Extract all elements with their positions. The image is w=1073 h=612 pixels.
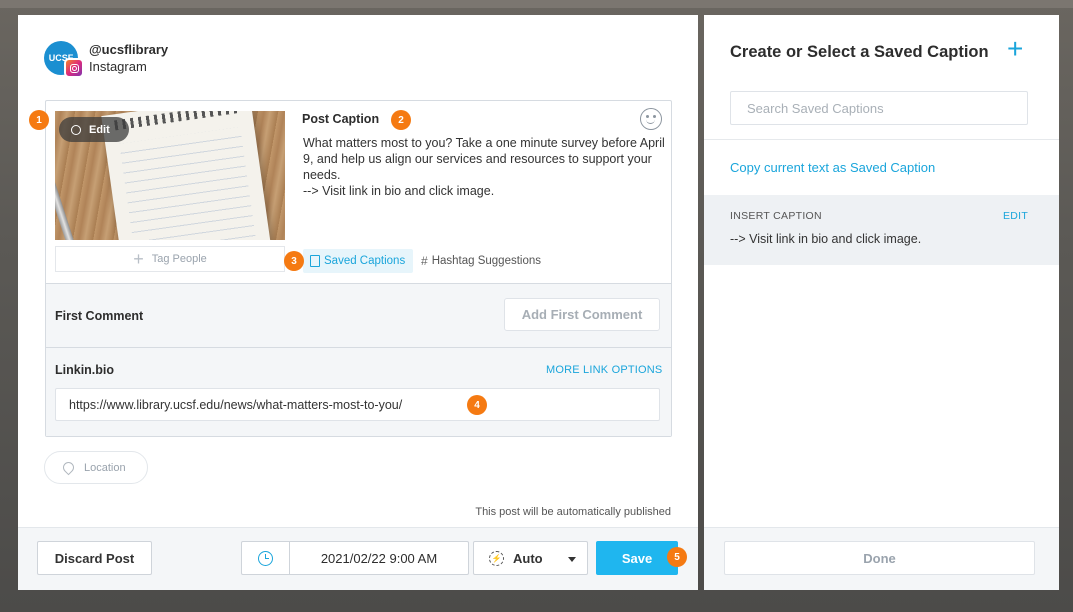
saved-captions-label: Saved Captions — [324, 255, 406, 267]
hashtag-suggestions-label: Hashtag Suggestions — [431, 255, 542, 267]
hashtag-icon: # — [421, 254, 428, 268]
caption-textarea[interactable]: What matters most to you? Take a one min… — [303, 135, 671, 199]
publish-note: This post will be automatically publishe… — [475, 506, 671, 518]
add-first-comment-button[interactable]: Add First Comment — [504, 298, 660, 331]
smiley-icon[interactable] — [640, 108, 662, 130]
chevron-down-icon — [568, 557, 576, 562]
more-link-options-link[interactable]: MORE LINK OPTIONS — [546, 364, 662, 376]
saved-captions-tab[interactable]: Saved Captions — [303, 249, 413, 273]
edit-image-button[interactable]: Edit — [59, 117, 129, 142]
callout-badge: 5 — [667, 547, 687, 567]
account-handle: @ucsflibrary — [89, 42, 169, 57]
search-saved-captions-input[interactable]: Search Saved Captions — [730, 91, 1028, 125]
save-button[interactable]: Save — [596, 541, 678, 575]
account-network: Instagram — [89, 59, 147, 74]
composer-panel: UCSF @ucsflibrary Instagram Edit + Tag P… — [18, 15, 698, 590]
sun-icon — [71, 124, 81, 135]
saved-captions-title: Create or Select a Saved Caption — [730, 43, 989, 61]
tag-people-label: Tag People — [151, 253, 207, 265]
plus-icon: + — [133, 249, 144, 269]
saved-captions-panel: Create or Select a Saved Caption + Searc… — [704, 15, 1059, 590]
first-comment-label: First Comment — [55, 309, 144, 323]
background-strip — [0, 0, 1073, 8]
callout-badge: 1 — [29, 110, 49, 130]
clock-icon — [258, 550, 273, 566]
done-button[interactable]: Done — [724, 541, 1035, 575]
location-button[interactable]: Location — [44, 451, 148, 484]
copy-as-saved-caption-link[interactable]: Copy current text as Saved Caption — [730, 160, 935, 175]
location-pin-icon — [60, 459, 77, 476]
callout-badge: 2 — [391, 110, 411, 130]
add-icon[interactable]: + — [1007, 35, 1023, 63]
instagram-icon — [64, 58, 84, 78]
publish-mode-label: Auto — [513, 550, 543, 566]
edit-image-label: Edit — [89, 123, 110, 136]
schedule-datetime-field[interactable]: 2021/02/22 9:00 AM — [289, 541, 469, 575]
document-icon — [310, 255, 320, 267]
tag-people-button[interactable]: + Tag People — [55, 246, 285, 272]
linkinbio-label: Linkin.bio — [55, 363, 115, 377]
location-label: Location — [84, 461, 126, 474]
auto-publish-icon: ⚡ — [489, 550, 504, 566]
discard-post-button[interactable]: Discard Post — [37, 541, 152, 575]
callout-badge: 3 — [284, 251, 304, 271]
post-caption-label: Post Caption — [302, 112, 380, 126]
publish-mode-dropdown[interactable]: ⚡ Auto — [473, 541, 588, 575]
divider — [704, 139, 1059, 140]
saved-caption-item[interactable] — [704, 195, 1059, 265]
linkinbio-url-input[interactable]: https://www.library.ucsf.edu/news/what-m… — [55, 388, 660, 421]
edit-caption-link[interactable]: EDIT — [1003, 210, 1028, 222]
insert-caption-label[interactable]: INSERT CAPTION — [730, 210, 822, 222]
schedule-clock-button[interactable] — [241, 541, 290, 575]
callout-badge: 4 — [467, 395, 487, 415]
saved-caption-text: --> Visit link in bio and click image. — [730, 232, 922, 246]
hashtag-suggestions-tab[interactable]: # Hashtag Suggestions — [421, 249, 541, 273]
